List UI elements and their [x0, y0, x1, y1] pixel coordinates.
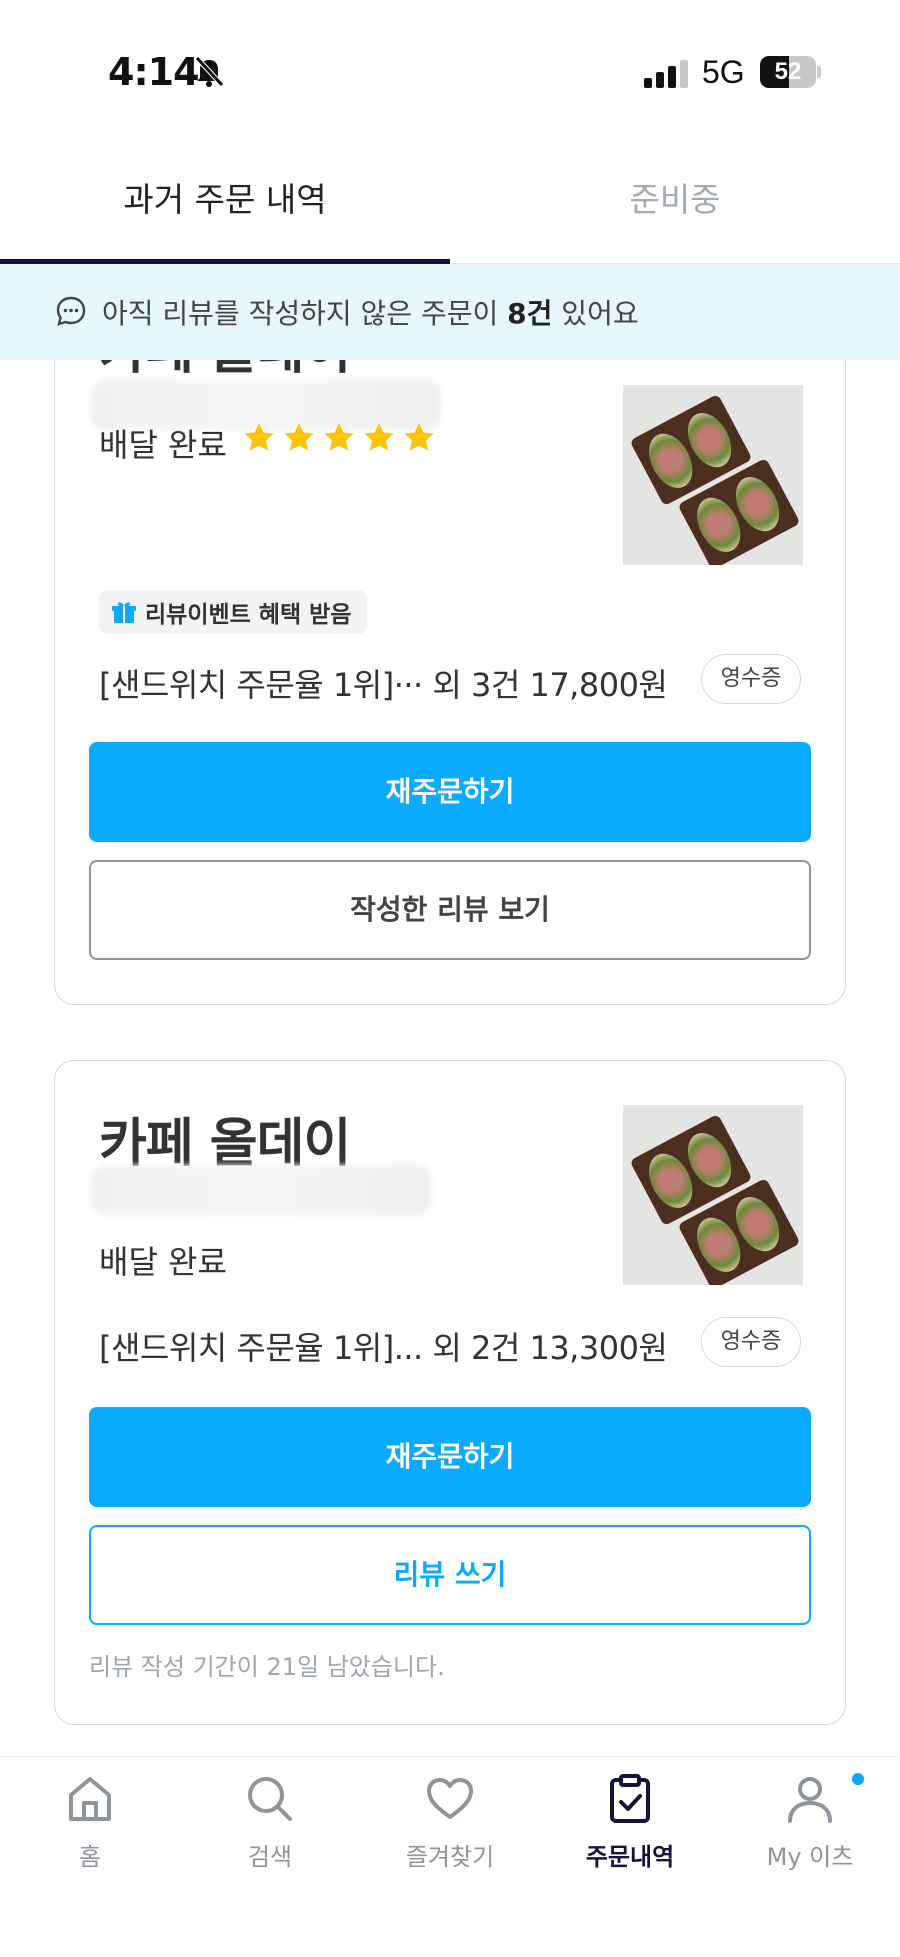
notification-dot	[852, 1773, 864, 1785]
nav-orders[interactable]: 주문내역	[540, 1757, 720, 1897]
order-tabs: 과거 주문 내역 준비중	[0, 140, 900, 264]
status-bar: 4:14 5G 52	[0, 0, 900, 140]
tab-preparing[interactable]: 준비중	[450, 140, 900, 264]
star-icon	[364, 423, 394, 451]
reorder-button[interactable]: 재주문하기	[89, 742, 811, 842]
nav-label: 홈	[78, 1843, 102, 1871]
star-icon	[284, 423, 314, 451]
badge-label: 리뷰이벤트 혜택 받음	[145, 602, 352, 628]
tab-past-orders[interactable]: 과거 주문 내역	[0, 140, 450, 264]
battery-indicator: 52	[760, 56, 822, 88]
star-icon	[404, 423, 434, 451]
nav-my-eats[interactable]: My 이츠	[720, 1757, 900, 1897]
person-icon	[788, 1777, 832, 1823]
order-summary: [샌드위치 주문율 1위]... 외 2건 13,300원	[99, 1329, 668, 1367]
receipt-button[interactable]: 영수증	[701, 654, 801, 704]
notice-prefix: 아직 리뷰를 작성하지 않은 주문이	[102, 297, 508, 330]
order-status: 배달 완료	[99, 426, 227, 464]
home-icon	[69, 1777, 111, 1821]
star-icon	[244, 423, 274, 451]
clipboard-check-icon	[610, 1774, 650, 1823]
bell-slash-icon	[195, 56, 224, 87]
signal-icon	[644, 60, 688, 88]
battery-percent: 52	[774, 58, 802, 85]
bottom-navigation: 홈 검색 즐겨찾기 주문내역 My 이츠	[0, 1756, 900, 1957]
nav-label: 검색	[247, 1843, 293, 1871]
order-card: 카페 올데이 배달 완료 [샌드위치 주문율 1위]... 외 2건 13,30…	[54, 1060, 846, 1725]
reorder-button[interactable]: 재주문하기	[89, 1407, 811, 1507]
network-label: 5G	[702, 54, 745, 90]
review-deadline-text: 리뷰 작성 기간이 21일 남았습니다.	[89, 1653, 445, 1681]
rating-stars	[241, 420, 437, 456]
notice-text: 아직 리뷰를 작성하지 않은 주문이 8건 있어요	[102, 292, 639, 332]
gift-icon	[112, 602, 136, 623]
blurred-address	[91, 1165, 431, 1215]
notice-suffix: 있어요	[552, 297, 639, 330]
nav-label: My 이츠	[766, 1843, 854, 1871]
food-thumbnail[interactable]	[623, 385, 803, 565]
review-notice-banner[interactable]: 아직 리뷰를 작성하지 않은 주문이 8건 있어요	[0, 264, 900, 360]
heart-icon	[427, 1778, 473, 1819]
nav-label: 즐겨찾기	[405, 1843, 495, 1871]
review-event-badge: 리뷰이벤트 혜택 받음	[99, 590, 368, 634]
chat-bubble-icon	[56, 296, 86, 326]
order-summary: [샌드위치 주문율 1위]··· 외 3건 17,800원	[99, 666, 668, 704]
view-review-button[interactable]: 작성한 리뷰 보기	[89, 860, 811, 960]
star-icon	[324, 423, 354, 451]
search-icon	[248, 1777, 292, 1821]
nav-favorites[interactable]: 즐겨찾기	[360, 1757, 540, 1897]
nav-label: 주문내역	[585, 1843, 675, 1871]
food-thumbnail[interactable]	[623, 1105, 803, 1285]
status-time: 4:14	[108, 50, 200, 94]
write-review-button[interactable]: 리뷰 쓰기	[89, 1525, 811, 1625]
order-card: 카페 올데이 배달 완료 리뷰이벤트 혜택 받음 [샌드위치 주문율 1위]··…	[54, 300, 846, 1005]
order-status: 배달 완료	[99, 1243, 227, 1281]
nav-home[interactable]: 홈	[0, 1757, 180, 1897]
receipt-button[interactable]: 영수증	[701, 1317, 801, 1367]
notice-count: 8건	[507, 297, 553, 330]
nav-search[interactable]: 검색	[180, 1757, 360, 1897]
